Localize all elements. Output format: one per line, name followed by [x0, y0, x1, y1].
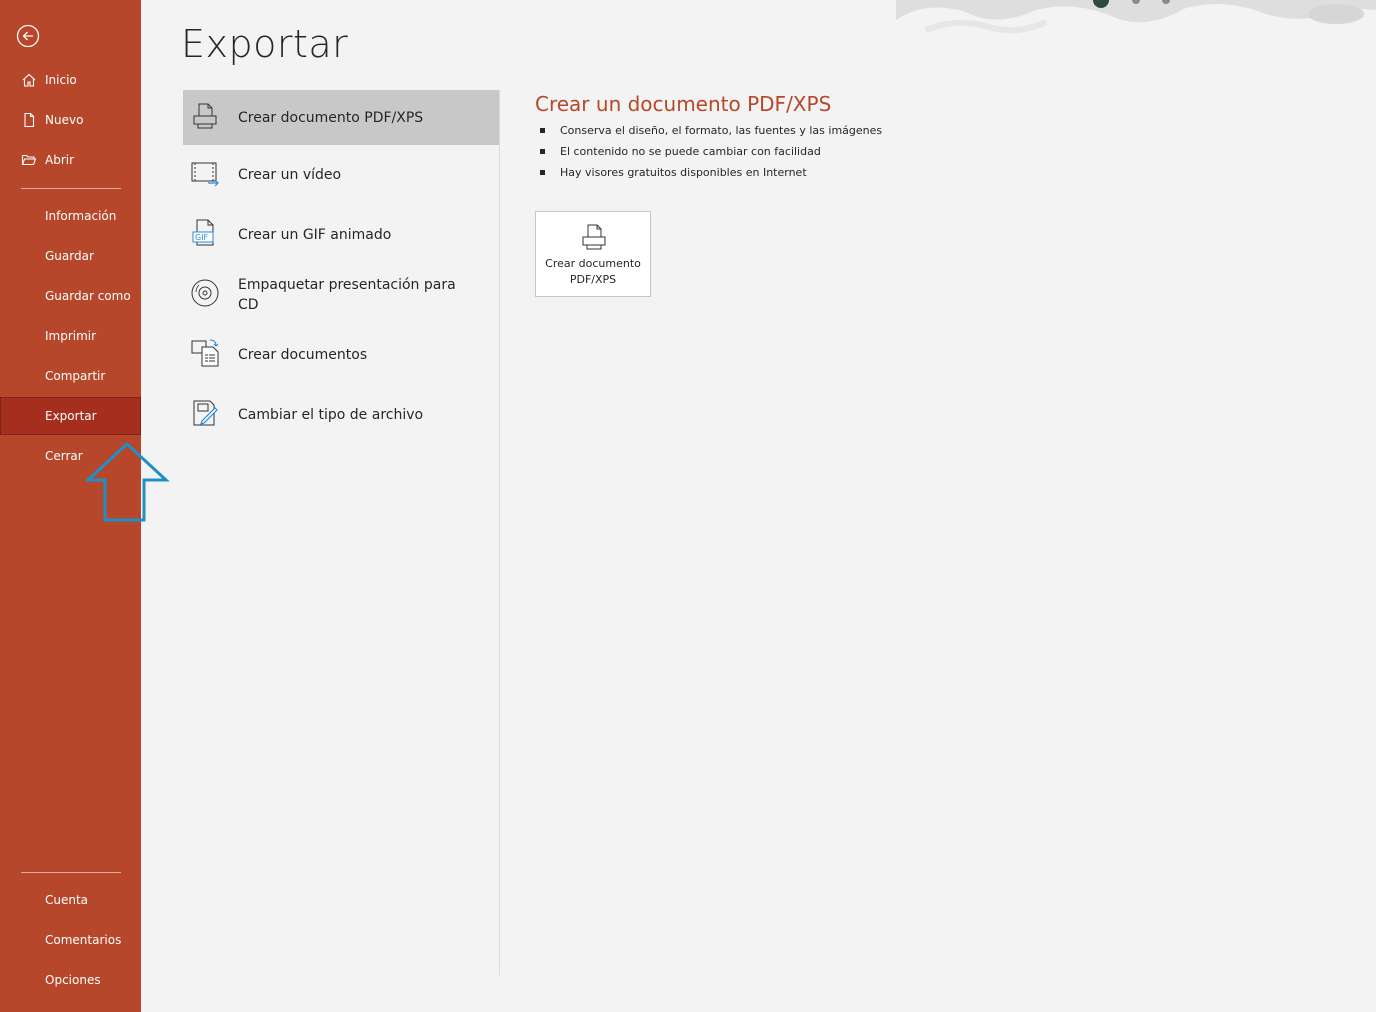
back-button[interactable]	[14, 22, 42, 50]
annotation-up-arrow-icon	[86, 441, 170, 522]
export-option-label: Crear documento PDF/XPS	[238, 109, 424, 126]
nav-label: Guardar	[45, 249, 94, 263]
page-title: Exportar	[181, 22, 349, 66]
svg-text:GIF: GIF	[195, 233, 209, 242]
pdf-document-icon	[578, 222, 610, 254]
nav-informacion[interactable]: Información	[0, 197, 141, 235]
back-arrow-icon	[16, 24, 40, 48]
gif-icon: GIF	[190, 218, 220, 248]
export-option-label: Crear un GIF animado	[238, 227, 392, 243]
export-option-gif[interactable]: GIF Crear un GIF animado	[183, 205, 499, 265]
nav-label: Exportar	[45, 409, 97, 423]
new-document-icon	[21, 112, 37, 128]
nav-label: Información	[45, 209, 117, 223]
nav-label: Imprimir	[45, 329, 97, 343]
nav-cuenta[interactable]: Cuenta	[0, 881, 141, 919]
sidebar-separator	[21, 188, 121, 189]
video-icon	[190, 158, 220, 188]
nav-label: Compartir	[45, 369, 106, 383]
export-option-label: Empaquetar presentación para CD	[238, 277, 456, 313]
pane-divider	[499, 90, 500, 975]
export-option-handouts[interactable]: Crear documentos	[183, 325, 499, 385]
nav-label: Comentarios	[45, 933, 122, 947]
home-icon	[21, 72, 37, 88]
pdf-document-icon	[190, 101, 220, 131]
button-label-line: PDF/XPS	[569, 273, 617, 286]
nav-abrir[interactable]: Abrir	[0, 141, 141, 179]
detail-title: Crear un documento PDF/XPS	[535, 92, 832, 116]
nav-inicio[interactable]: Inicio	[0, 61, 141, 99]
nav-comentarios[interactable]: Comentarios	[0, 921, 141, 959]
export-option-label: Cambiar el tipo de archivo	[238, 407, 424, 423]
nav-label: Inicio	[45, 73, 77, 87]
create-pdf-xps-button-label: Crear documento PDF/XPS	[536, 256, 650, 288]
export-option-label: Crear documentos	[238, 347, 368, 363]
export-option-package-cd[interactable]: Empaquetar presentación para CD	[183, 265, 499, 325]
export-option-label: Crear un vídeo	[238, 167, 342, 183]
button-label-line: Crear documento	[545, 257, 641, 270]
detail-bullet: El contenido no se puede cambiar con fac…	[540, 143, 882, 164]
nav-label: Guardar como	[45, 289, 131, 303]
nav-nuevo[interactable]: Nuevo	[0, 101, 141, 139]
nav-label: Opciones	[45, 973, 101, 987]
nav-guardar-como[interactable]: Guardar como	[0, 277, 141, 315]
nav-label: Cuenta	[45, 893, 89, 907]
create-pdf-xps-button[interactable]: Crear documento PDF/XPS	[535, 211, 651, 297]
header-decoration	[896, 0, 1376, 34]
export-options-list: Crear documento PDF/XPS Crear un vídeo G…	[183, 90, 499, 445]
nav-label: Nuevo	[45, 113, 84, 127]
export-option-video[interactable]: Crear un vídeo	[183, 145, 499, 205]
export-option-pdf-xps[interactable]: Crear documento PDF/XPS	[183, 90, 499, 145]
change-file-type-icon	[190, 398, 220, 428]
nav-guardar[interactable]: Guardar	[0, 237, 141, 275]
cd-icon	[190, 278, 220, 308]
nav-label: Abrir	[45, 153, 75, 167]
nav-opciones[interactable]: Opciones	[0, 961, 141, 999]
detail-bullets: Conserva el diseño, el formato, las fuen…	[540, 122, 882, 185]
folder-open-icon	[21, 152, 37, 168]
handouts-icon	[190, 338, 220, 368]
nav-label: Cerrar	[45, 449, 83, 463]
nav-imprimir[interactable]: Imprimir	[0, 317, 141, 355]
export-option-change-file-type[interactable]: Cambiar el tipo de archivo	[183, 385, 499, 445]
detail-bullet: Hay visores gratuitos disponibles en Int…	[540, 164, 882, 185]
sidebar-separator	[21, 872, 121, 873]
nav-compartir[interactable]: Compartir	[0, 357, 141, 395]
nav-exportar[interactable]: Exportar	[0, 397, 141, 435]
detail-bullet: Conserva el diseño, el formato, las fuen…	[540, 122, 882, 143]
